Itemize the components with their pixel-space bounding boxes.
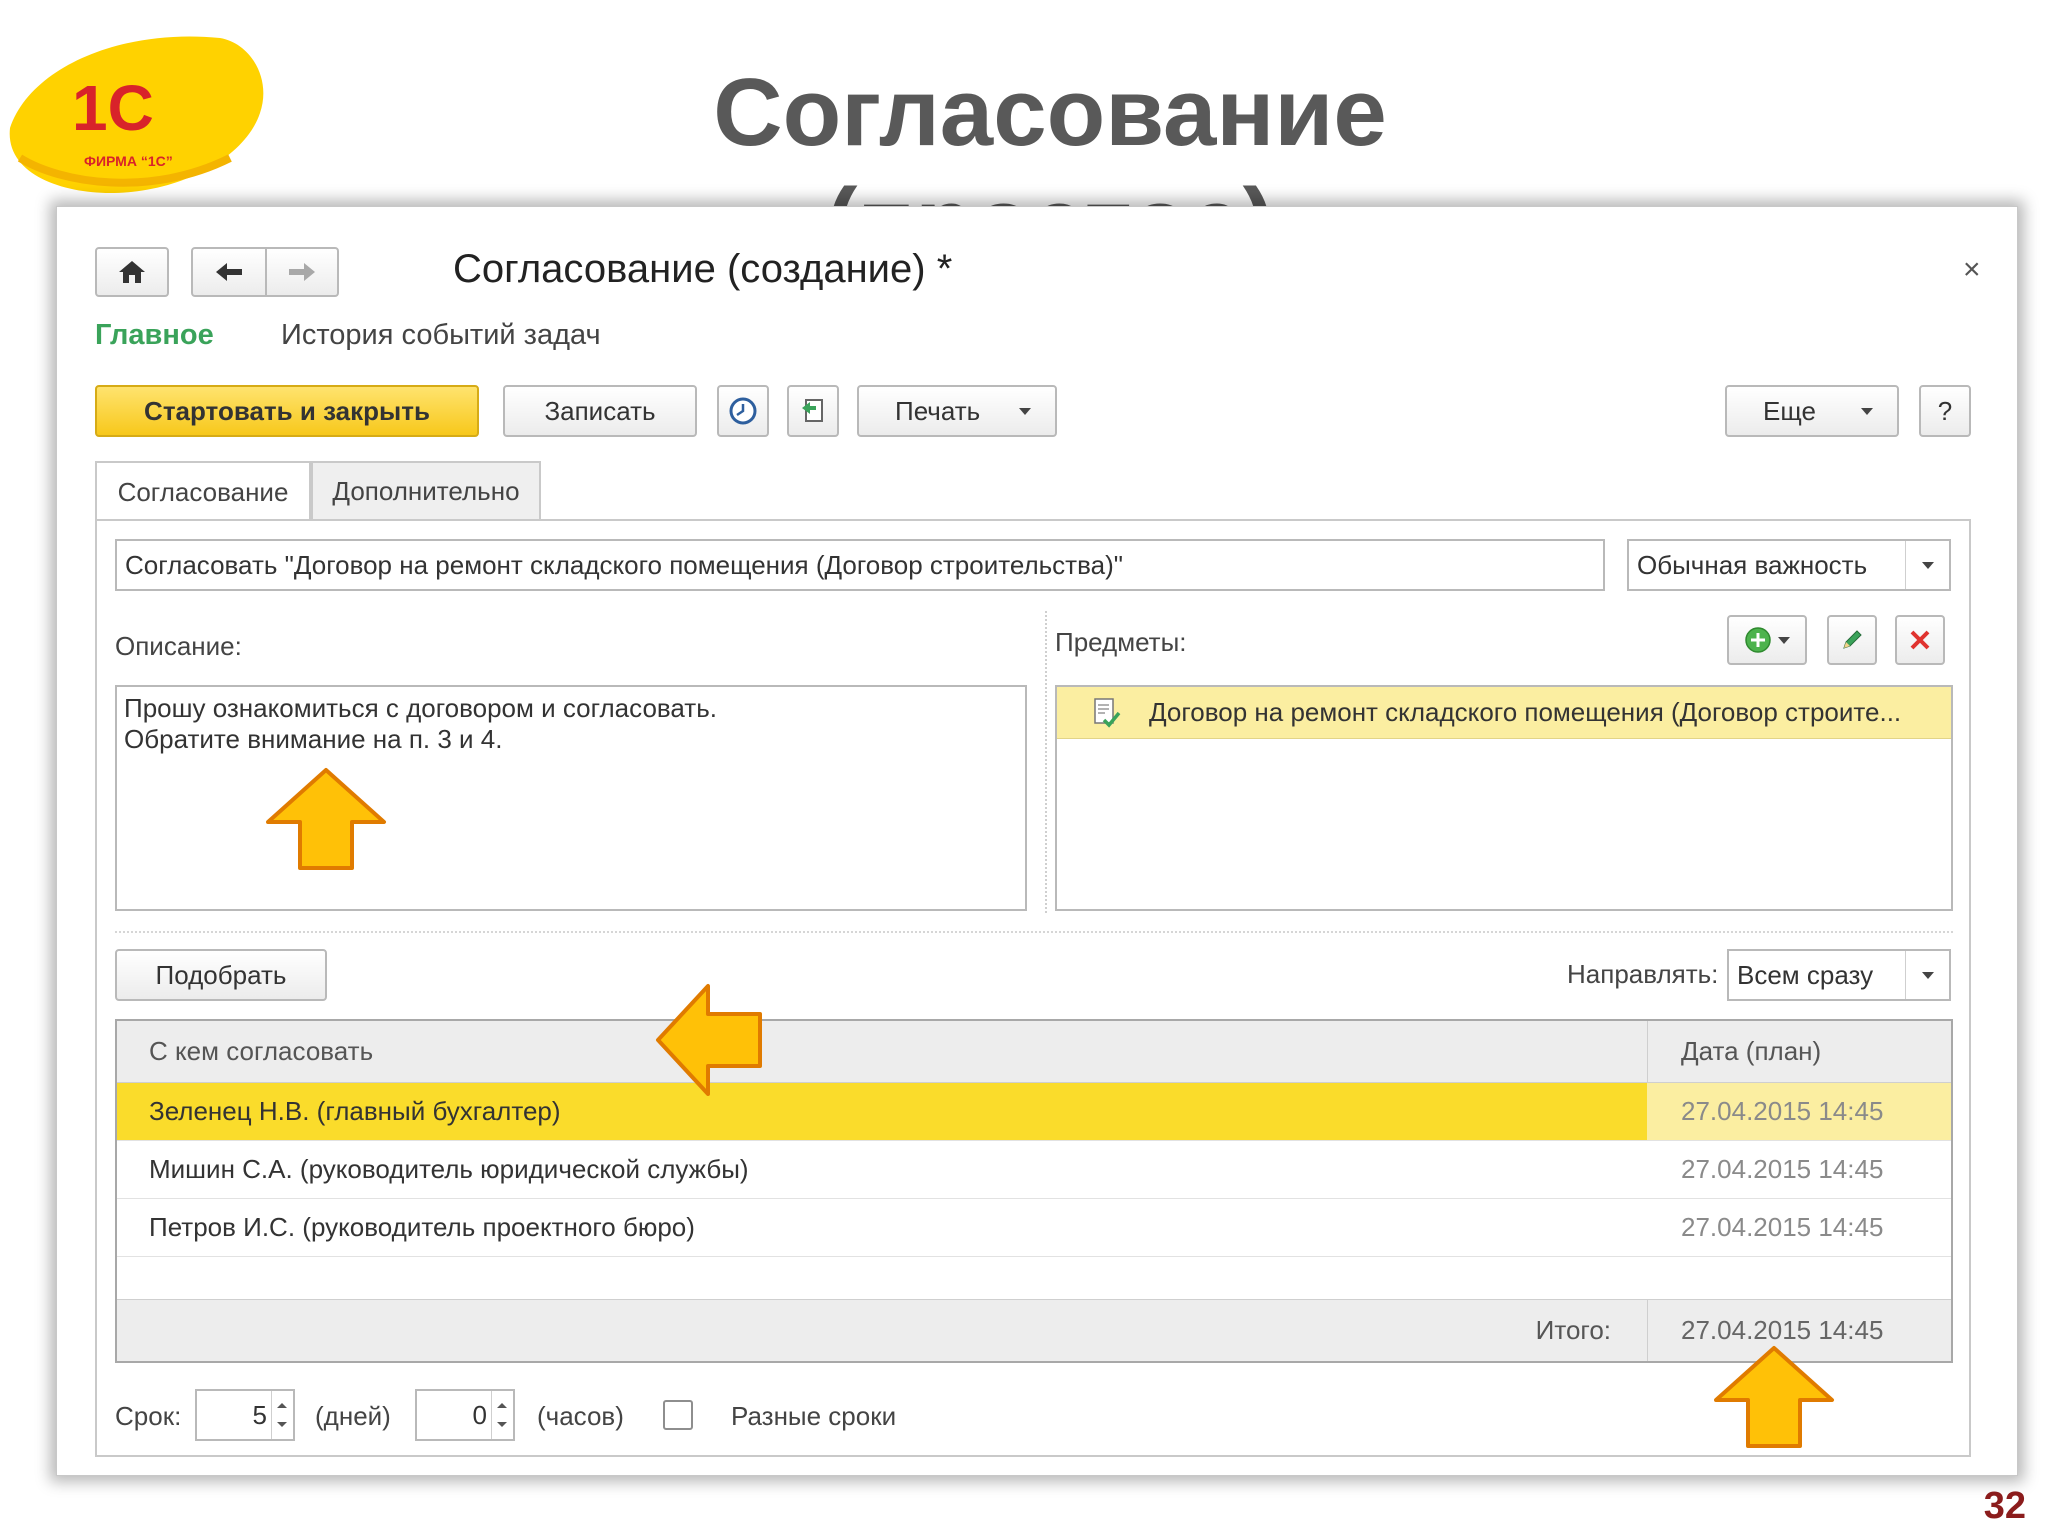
route-value: Всем сразу [1737,959,1874,990]
different-deadlines-label[interactable]: Разные сроки [731,1401,896,1432]
edit-subject-button[interactable] [1827,615,1877,665]
cell-who: Петров И.С. (руководитель проектного бюр… [117,1199,1647,1256]
logo-main-text: 1С [72,72,154,144]
route-select[interactable]: Всем сразу [1727,949,1951,1001]
document-arrow-icon [802,399,823,422]
deadline-label: Срок: [115,1401,182,1431]
chevron-down-icon [1778,636,1790,644]
cell-date-text: 27.04.2015 14:45 [1681,1212,1884,1242]
column-header-date[interactable]: Дата (план) [1681,1021,1821,1082]
help-button[interactable]: ? [1919,385,1971,437]
document-check-icon [1094,697,1121,728]
cell-who-text: Мишин С.А. (руководитель юридической слу… [149,1154,749,1184]
route-dropdown-toggle[interactable] [1905,951,1949,999]
nav-main[interactable]: Главное [95,319,214,352]
horizontal-divider [115,931,1953,933]
print-button-label: Печать [895,395,981,426]
chevron-up-icon[interactable] [277,1403,287,1408]
print-button[interactable]: Печать [857,385,1057,437]
arrow-right-icon [289,263,315,281]
pencil-icon [1843,630,1862,649]
more-button-label: Еще [1763,395,1816,426]
delete-subject-button[interactable] [1895,615,1945,665]
close-icon[interactable]: × [1963,253,1981,287]
table-row[interactable]: Зеленец Н.В. (главный бухгалтер) 27.04.2… [117,1083,1951,1141]
chevron-down-icon [1019,408,1031,415]
chevron-down-icon [1861,408,1873,415]
cell-date: 27.04.2015 14:45 [1647,1199,1951,1256]
time-button[interactable] [717,385,769,437]
cell-date-text: 27.04.2015 14:45 [1681,1096,1884,1126]
importance-select[interactable]: Обычная важность [1627,539,1951,591]
home-button[interactable] [95,247,169,297]
arrow-left-table-icon [656,984,762,1096]
arrow-left-icon [216,263,242,281]
arrow-up-description-icon [266,768,386,870]
table-row[interactable]: Петров И.С. (руководитель проектного бюр… [117,1199,1951,1257]
add-subject-button[interactable] [1727,615,1807,665]
hours-value: 0 [472,1399,487,1430]
nav-history[interactable]: История событий задач [281,319,601,352]
slide-page-number: 32 [1983,1485,2026,1527]
route-label: Направлять: [1567,959,1719,989]
table-footer: Итого: 27.04.2015 14:45 [117,1299,1951,1361]
description-textarea[interactable]: Прошу ознакомиться с договором и согласо… [115,685,1027,911]
chevron-down-icon[interactable] [497,1422,507,1427]
cell-who: Зеленец Н.В. (главный бухгалтер) [117,1083,1647,1140]
arrow-up-total-icon [1714,1346,1834,1448]
logo-sub-text: ФИРМА “1С” [84,153,173,169]
back-button[interactable] [191,247,267,297]
hours-stepper-arrows[interactable] [491,1391,513,1439]
plus-circle-icon [1745,627,1771,653]
subject-item[interactable]: Договор на ремонт складского помещения (… [1057,687,1951,739]
days-stepper-arrows[interactable] [271,1391,293,1439]
copy-document-button[interactable] [787,385,839,437]
subjects-label: Предметы: [1055,627,1187,657]
cell-who-text: Зеленец Н.В. (главный бухгалтер) [149,1096,561,1126]
forward-button[interactable] [265,247,339,297]
days-stepper[interactable]: 5 [195,1389,295,1441]
cell-date: 27.04.2015 14:45 [1647,1083,1951,1140]
window-title: Согласование (создание) * [453,247,953,291]
cell-date: 27.04.2015 14:45 [1647,1141,1951,1198]
importance-value: Обычная важность [1637,549,1868,580]
column-header-who[interactable]: С кем согласовать [149,1021,373,1082]
tab-approval[interactable]: Согласование [95,461,311,521]
chevron-down-icon[interactable] [277,1422,287,1427]
total-label: Итого: [1535,1315,1611,1345]
cell-date-text: 27.04.2015 14:45 [1681,1154,1884,1184]
tab-additional[interactable]: Дополнительно [311,461,541,519]
subject-item-text: Договор на ремонт складского помещения (… [1149,697,1902,727]
hours-stepper[interactable]: 0 [415,1389,515,1441]
pick-button[interactable]: Подобрать [115,949,327,1001]
chevron-down-icon [1921,561,1934,569]
cell-who-text: Петров И.С. (руководитель проектного бюр… [149,1212,695,1242]
more-button[interactable]: Еще [1725,385,1899,437]
column-divider [1647,1300,1648,1361]
table-header: С кем согласовать Дата (план) [117,1021,1951,1083]
chevron-down-icon [1921,971,1934,979]
description-label: Описание: [115,631,242,661]
days-value: 5 [252,1399,267,1430]
company-logo: 1С ФИРМА “1С” [0,8,280,208]
column-divider [1647,1021,1648,1082]
tab-panel: Согласовать "Договор на ремонт складског… [95,519,1971,1457]
clock-icon [729,397,757,425]
start-and-close-button[interactable]: Стартовать и закрыть [95,385,479,437]
chevron-up-icon[interactable] [497,1403,507,1408]
save-button[interactable]: Записать [503,385,697,437]
approvers-table[interactable]: С кем согласовать Дата (план) Зеленец Н.… [115,1019,1953,1363]
home-icon [119,261,145,283]
table-row[interactable]: Мишин С.А. (руководитель юридической слу… [117,1141,1951,1199]
hours-unit: (часов) [537,1401,624,1431]
different-deadlines-checkbox[interactable] [663,1400,693,1430]
cell-who: Мишин С.А. (руководитель юридической слу… [117,1141,1647,1198]
subjects-list[interactable]: Договор на ремонт складского помещения (… [1055,685,1953,911]
importance-dropdown-toggle[interactable] [1905,541,1949,589]
delete-x-icon [1910,630,1930,650]
days-unit: (дней) [315,1401,391,1431]
vertical-divider [1045,611,1047,913]
subject-field[interactable]: Согласовать "Договор на ремонт складског… [115,539,1605,591]
